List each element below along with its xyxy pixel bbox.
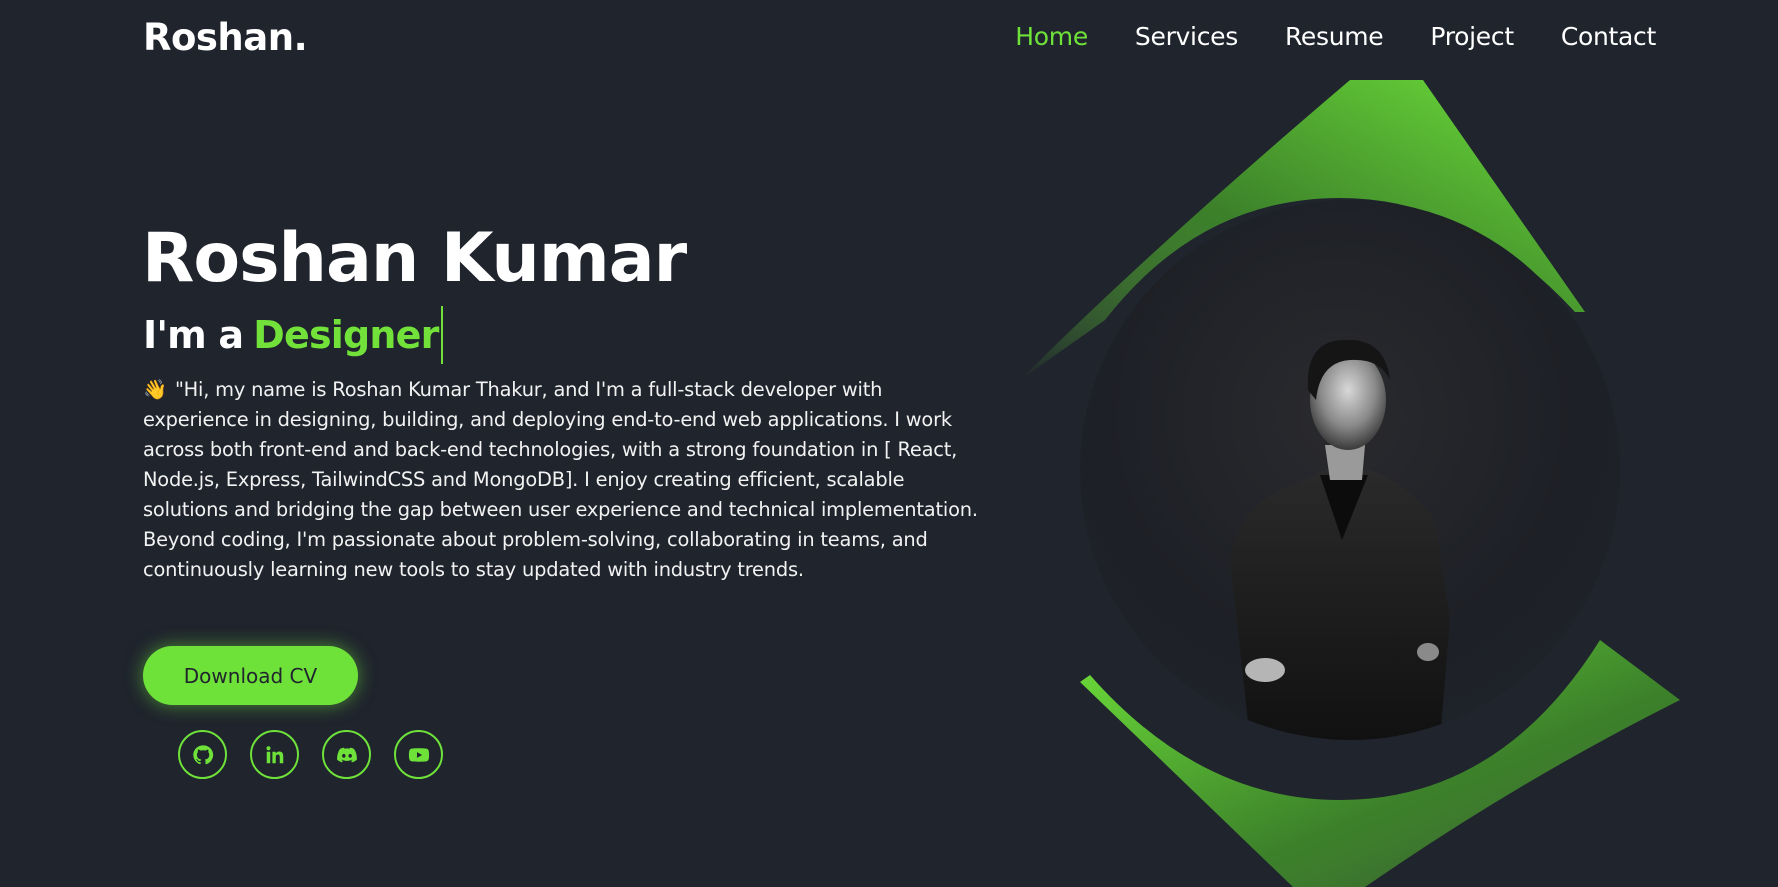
person-silhouette	[1230, 339, 1450, 740]
waving-hand-icon: 👋	[143, 378, 167, 401]
hero-role: I'm a Designer	[143, 306, 443, 364]
role-typed-word: Designer	[253, 313, 439, 357]
nav-contact[interactable]: Contact	[1561, 22, 1656, 51]
hero-name: Roshan Kumar	[142, 219, 687, 298]
nav-home[interactable]: Home	[1015, 22, 1088, 51]
hero-visual	[1000, 80, 1700, 887]
portfolio-page: Roshan. Home Services Resume Project Con…	[0, 0, 1778, 887]
github-icon	[192, 744, 213, 764]
typing-cursor	[440, 306, 443, 364]
linkedin-link[interactable]	[250, 730, 299, 779]
logo[interactable]: Roshan.	[143, 16, 308, 59]
profile-photo	[1080, 200, 1620, 740]
download-cv-button[interactable]: Download CV	[143, 646, 358, 705]
youtube-link[interactable]	[394, 730, 443, 779]
youtube-icon	[408, 747, 429, 762]
github-link[interactable]	[178, 730, 227, 779]
discord-link[interactable]	[322, 730, 371, 779]
nav-project[interactable]: Project	[1430, 22, 1514, 51]
hero-bio: 👋 "Hi, my name is Roshan Kumar Thakur, an…	[143, 375, 983, 585]
nav-services[interactable]: Services	[1135, 22, 1238, 51]
nav-resume[interactable]: Resume	[1285, 22, 1384, 51]
linkedin-icon	[265, 745, 283, 763]
role-prefix: I'm a	[143, 313, 244, 357]
discord-icon	[336, 747, 357, 762]
site-header: Roshan. Home Services Resume Project Con…	[0, 0, 1778, 78]
social-links	[178, 730, 443, 779]
main-nav: Home Services Resume Project Contact	[1015, 22, 1656, 51]
bio-text: "Hi, my name is Roshan Kumar Thakur, and…	[143, 378, 978, 581]
